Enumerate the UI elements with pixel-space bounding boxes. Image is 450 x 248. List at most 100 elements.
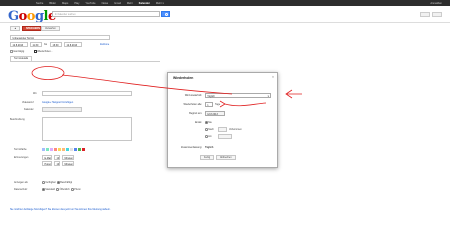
tab-event-details[interactable]: Termindetails: [10, 56, 33, 61]
allday-option[interactable]: Ganztägig: [10, 50, 24, 53]
end-time-input[interactable]: 16:30: [50, 42, 62, 47]
video-label: Videoanruf: [22, 101, 34, 104]
end-date-input[interactable]: [218, 134, 232, 139]
interval-value: 1: [207, 103, 209, 107]
calendar-label: Kalender: [24, 108, 34, 111]
color-swatch[interactable]: [42, 148, 45, 151]
attachments-link[interactable]: Sie möchten Anhänge hinzufügen? Sie könn…: [10, 208, 111, 211]
color-swatch[interactable]: [70, 148, 73, 151]
reminder1-amount[interactable]: 10: [54, 155, 60, 160]
public-label: Öffentlich: [59, 188, 70, 191]
reminders-label: Erinnerungen: [14, 156, 29, 159]
timezone-link[interactable]: Zeitzone: [100, 43, 109, 46]
color-swatch[interactable]: [46, 148, 49, 151]
color-swatch[interactable]: [58, 148, 61, 151]
color-swatch[interactable]: [82, 148, 85, 151]
where-input[interactable]: [42, 91, 132, 96]
never-label: Nie: [208, 121, 212, 124]
discard-button[interactable]: Verwerfen: [41, 26, 60, 31]
top-nav-links: Suche Bilder Maps Play YouTube News Gmai…: [36, 2, 164, 5]
start-date-field: 12.8.2013: [205, 111, 225, 116]
repeat-option[interactable]: Wiederholen...: [34, 50, 53, 53]
privacy-options: Standard Öffentlich Privat: [42, 188, 80, 191]
color-swatches: [42, 148, 85, 151]
nav-item[interactable]: Suche: [36, 2, 43, 5]
end-date-input[interactable]: 12.8.2013: [64, 42, 82, 47]
color-swatch[interactable]: [74, 148, 77, 151]
repeat-dialog: Wiederholen × Wird wiederholt: Täglich ▾ …: [167, 72, 278, 168]
reminder2-type[interactable]: Popup: [42, 161, 52, 166]
search-button[interactable]: [161, 11, 170, 17]
search-input[interactable]: In Kalender suchen: [52, 11, 160, 17]
event-title-input[interactable]: Unbenannter Termin: [10, 35, 110, 40]
allday-label: Ganztägig: [13, 50, 25, 53]
end-label: Endet:: [195, 121, 202, 124]
color-swatch[interactable]: [54, 148, 57, 151]
account-link[interactable]: Anmelden: [430, 2, 442, 5]
on-date-label: Am: [208, 135, 212, 138]
annotation-arrow-dropdown: [285, 89, 302, 99]
nav-item[interactable]: YouTube: [85, 2, 95, 5]
reminder2-unit[interactable]: Minuten: [62, 161, 74, 166]
nav-item[interactable]: Maps: [62, 2, 68, 5]
nav-item-more[interactable]: Mehr ▾: [156, 2, 164, 5]
header-buttons: [420, 12, 442, 17]
end-never-option[interactable]: Nie: [205, 121, 212, 124]
tab-strip: [10, 61, 160, 62]
nav-item[interactable]: News: [102, 2, 109, 5]
radio-public[interactable]: [56, 188, 59, 191]
private-label: Privat: [74, 188, 81, 191]
summary-value: Täglich: [205, 146, 214, 149]
privacy-label: Datenschutz: [14, 188, 28, 191]
interval-label: Wiederholen alle:: [183, 103, 202, 106]
cancel-button[interactable]: Abbrechen: [216, 155, 236, 160]
repeat-type-select[interactable]: Täglich ▾: [205, 93, 271, 98]
chevron-down-icon: ▾: [267, 94, 269, 98]
show-as-options: Verfügbar Beschäftigt: [42, 181, 72, 184]
nav-item[interactable]: Mehr: [127, 2, 133, 5]
occurrences-input[interactable]: [218, 127, 227, 132]
where-label: Wo: [33, 92, 37, 95]
show-as-label: Anzeigen als: [14, 181, 28, 184]
interval-unit: Tage: [215, 103, 221, 106]
apps-button[interactable]: [420, 12, 430, 17]
annotation-circle-repeat: [31, 66, 65, 80]
occurrences-suffix: Vorkommen: [229, 128, 242, 131]
nav-item[interactable]: Bilder: [49, 2, 56, 5]
color-swatch[interactable]: [50, 148, 53, 151]
available-label: Verfügbar: [45, 181, 56, 184]
after-label: Nach: [208, 128, 214, 131]
interval-select[interactable]: 1: [205, 102, 213, 107]
repeat-type-value: Täglich: [207, 94, 215, 98]
color-swatch[interactable]: [66, 148, 69, 151]
reminder1-unit[interactable]: Minuten: [62, 155, 74, 160]
start-date-input[interactable]: 12.8.2013: [10, 42, 28, 47]
back-button[interactable]: ◄: [10, 26, 21, 31]
color-swatch[interactable]: [62, 148, 65, 151]
add-hangout-link[interactable]: Google+ Hangout hinzufügen: [42, 101, 73, 104]
close-icon[interactable]: ×: [272, 75, 274, 79]
calendar-select[interactable]: [42, 107, 82, 112]
start-label: Beginnt am:: [189, 112, 202, 115]
nav-item[interactable]: Play: [74, 2, 79, 5]
nav-item[interactable]: Gmail: [114, 2, 121, 5]
reminder1-type[interactable]: E-Mail: [42, 155, 52, 160]
description-label: Beschreibung: [10, 118, 25, 121]
color-swatch[interactable]: [78, 148, 81, 151]
repeat-type-label: Wird wiederholt:: [184, 94, 202, 97]
settings-button[interactable]: [432, 12, 442, 17]
start-time-input[interactable]: 11:30: [30, 42, 42, 47]
event-color-label: Terminfarbe: [14, 148, 27, 151]
busy-label: Beschäftigt: [60, 181, 73, 184]
header-divider: [0, 22, 450, 23]
dialog-title: Wiederholen: [173, 76, 194, 80]
end-after-option[interactable]: Nach: [205, 128, 214, 131]
done-button[interactable]: Fertig: [200, 155, 215, 160]
repeat-label: Wiederholen...: [37, 50, 53, 53]
nav-item-calendar[interactable]: Kalender: [139, 2, 150, 5]
reminder2-amount[interactable]: 10: [54, 161, 60, 166]
summary-label: Zusammenfassung:: [181, 146, 202, 149]
description-textarea[interactable]: [42, 117, 132, 141]
end-on-option[interactable]: Am: [205, 135, 212, 138]
default-label: Standard: [45, 188, 55, 191]
